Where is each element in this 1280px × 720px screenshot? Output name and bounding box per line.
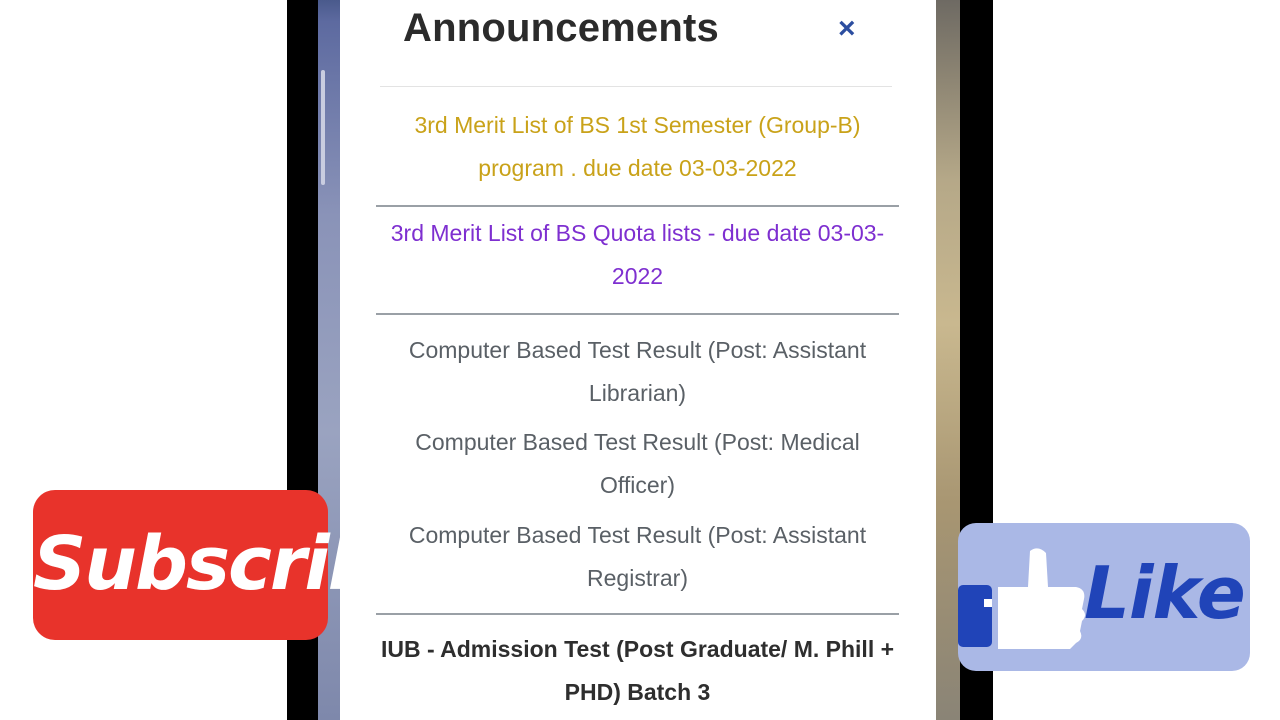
subscribe-label: Subscribe	[33, 521, 429, 607]
divider	[376, 313, 899, 315]
like-label: Like	[1084, 551, 1246, 635]
announcement-link[interactable]: Computer Based Test Result (Post: Assist…	[376, 329, 899, 415]
scrollbar[interactable]	[321, 70, 325, 185]
divider	[380, 86, 892, 87]
modal-title: Announcements	[403, 6, 719, 50]
announcement-link[interactable]: IUB - Admission Test (Post Graduate/ M. …	[376, 628, 899, 714]
close-icon[interactable]: ×	[838, 14, 856, 44]
divider	[376, 613, 899, 615]
announcements-modal: Announcements × 3rd Merit List of BS 1st…	[340, 0, 936, 720]
announcement-link[interactable]: Computer Based Test Result (Post: Assist…	[376, 514, 899, 600]
divider	[376, 205, 899, 207]
announcement-link[interactable]: 3rd Merit List of BS Quota lists - due d…	[376, 212, 899, 298]
thumbs-up-icon	[958, 548, 1085, 649]
subscribe-badge: Subscribe	[33, 490, 429, 640]
background-page-right	[936, 0, 960, 720]
announcement-link[interactable]: 3rd Merit List of BS 1st Semester (Group…	[376, 104, 899, 190]
like-badge: Like	[958, 523, 1250, 671]
announcement-link[interactable]: Computer Based Test Result (Post: Medica…	[376, 421, 899, 507]
